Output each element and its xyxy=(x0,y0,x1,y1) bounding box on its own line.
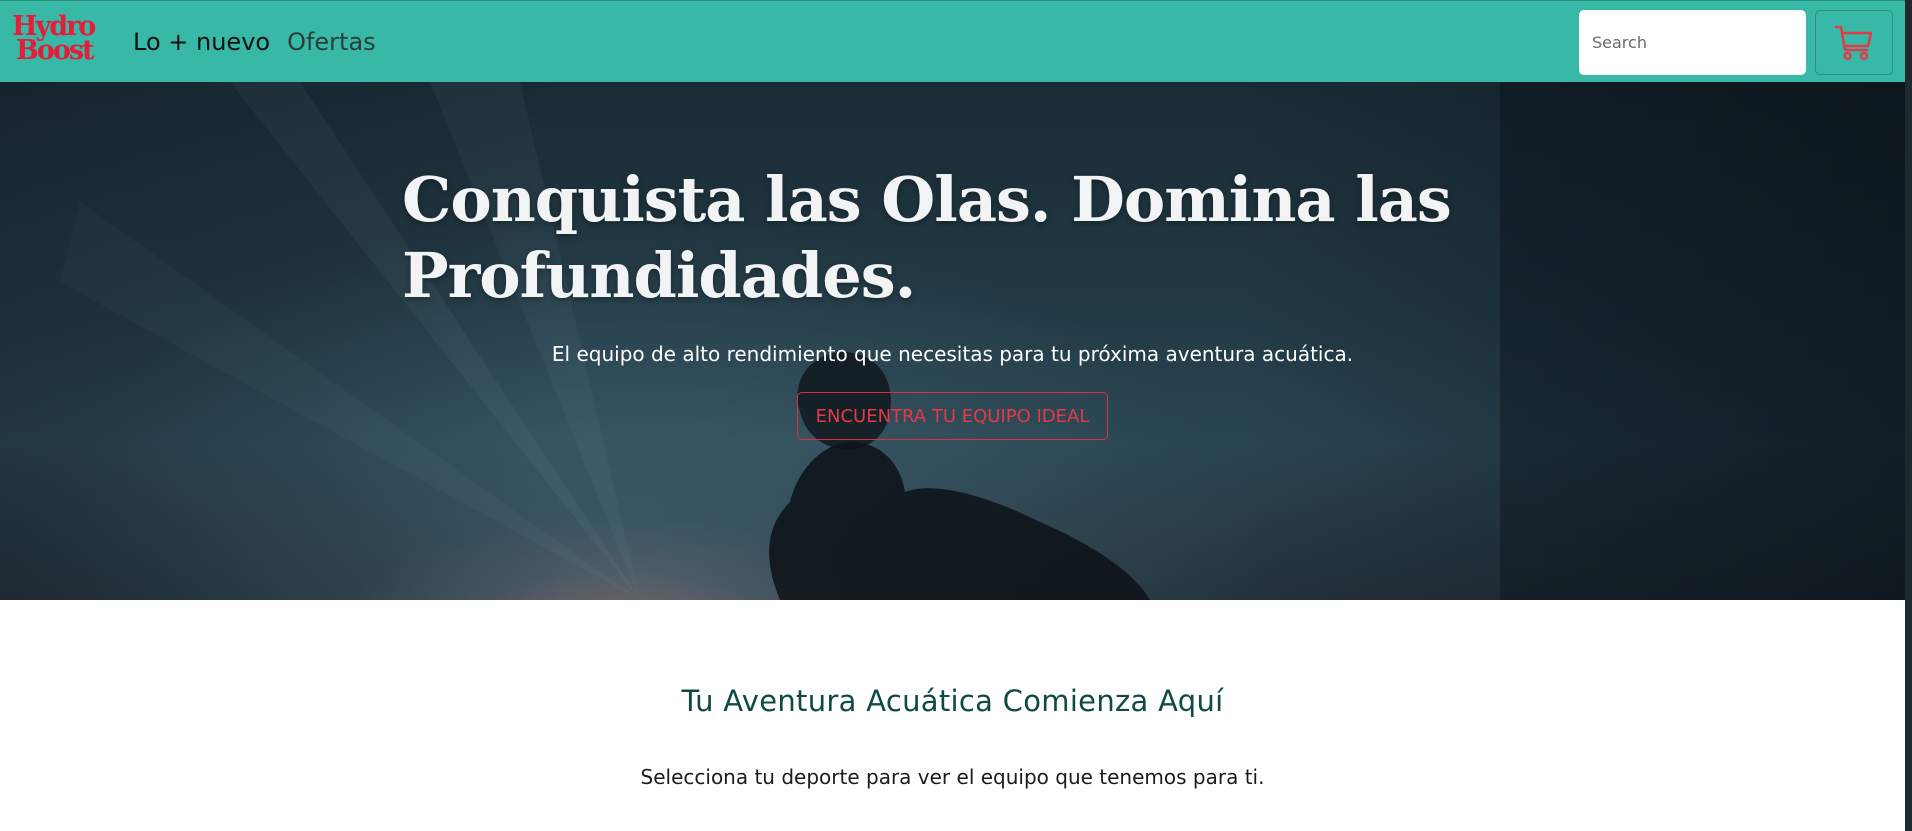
hero-title: Conquista las Olas. Domina las Profundid… xyxy=(402,163,1452,312)
brand-logo[interactable]: Hydro Boost xyxy=(12,13,110,69)
hero-subtitle: El equipo de alto rendimiento que necesi… xyxy=(551,342,1354,366)
navbar: Hydro Boost Lo + nuevo Ofertas xyxy=(0,0,1905,82)
section-subtitle: Selecciona tu deporte para ver el equipo… xyxy=(640,765,1265,789)
nav-link-ofertas[interactable]: Ofertas xyxy=(287,23,376,61)
cart-button[interactable] xyxy=(1815,10,1893,75)
search-input[interactable] xyxy=(1579,10,1806,75)
scrollbar[interactable] xyxy=(1905,0,1912,831)
nav-links: Lo + nuevo Ofertas xyxy=(133,23,376,61)
nav-link-lo-nuevo[interactable]: Lo + nuevo xyxy=(133,23,270,61)
page: Hydro Boost Lo + nuevo Ofertas Search Co… xyxy=(0,0,1912,831)
logo-line-2: Boost xyxy=(16,35,95,66)
cart-icon xyxy=(1834,25,1873,60)
section-title: Tu Aventura Acuática Comienza Aquí xyxy=(681,684,1224,718)
find-gear-button[interactable]: ENCUENTRA TU EQUIPO IDEAL xyxy=(797,392,1108,440)
